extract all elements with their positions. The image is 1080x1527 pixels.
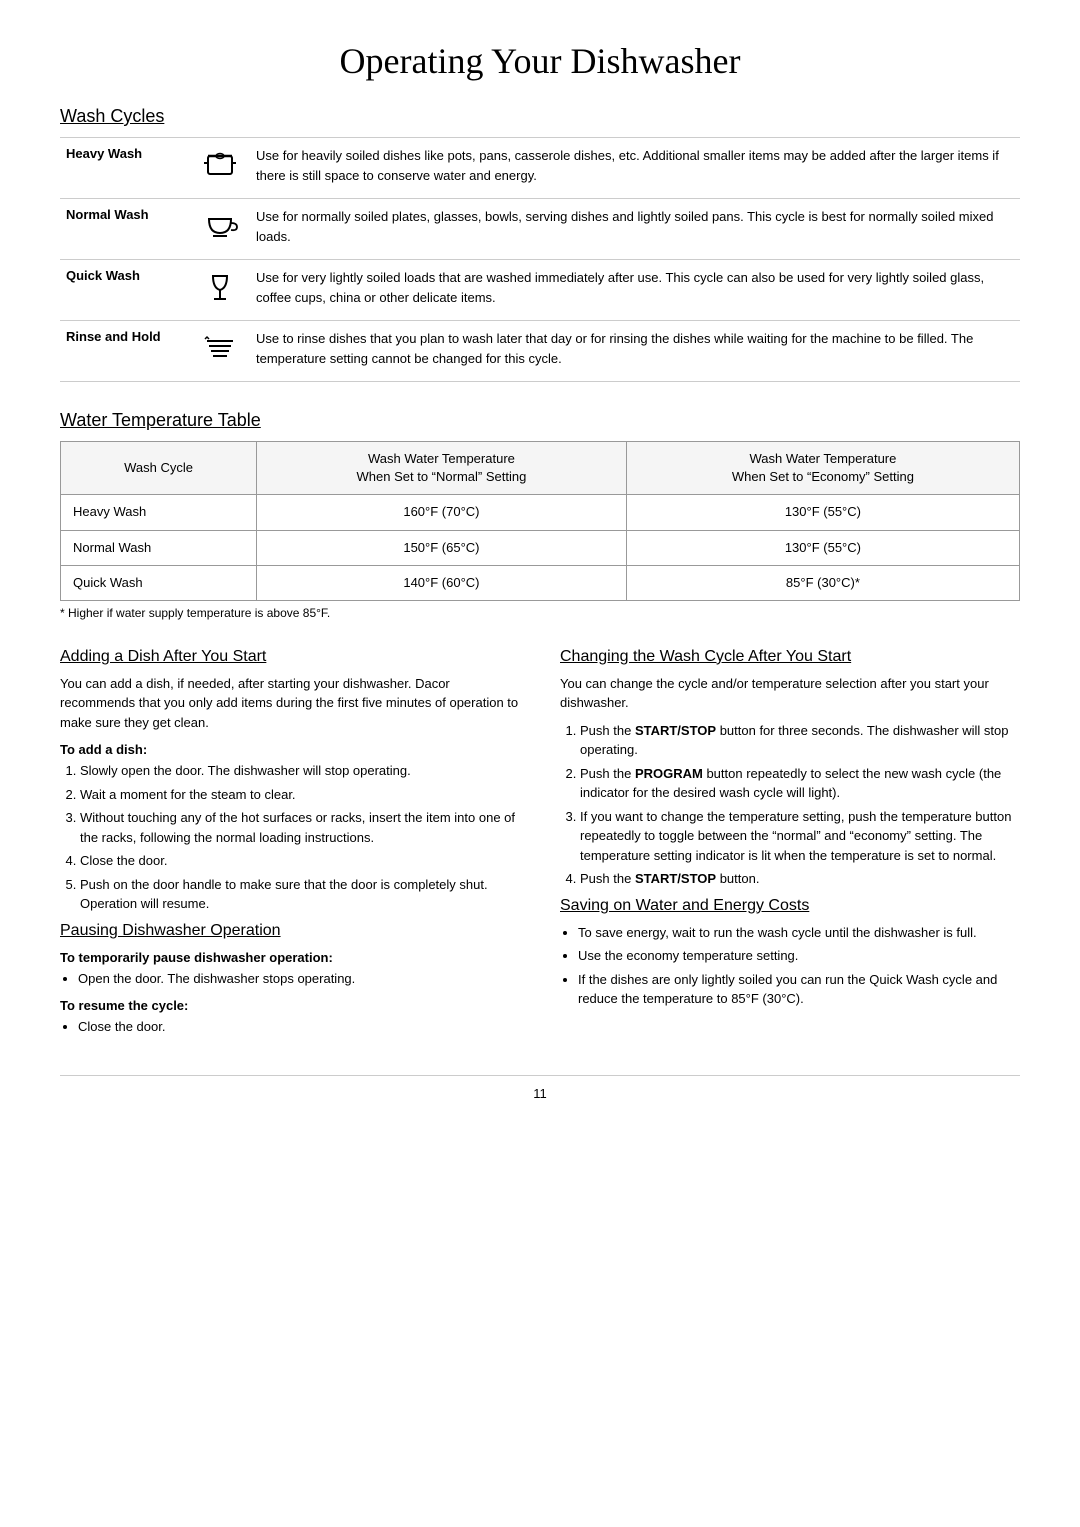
page-title: Operating Your Dishwasher (60, 40, 1020, 82)
row-economy-normal: 130°F (55°C) (626, 530, 1019, 565)
to-add-label: To add a dish: (60, 742, 520, 757)
wash-cycles-heading: Wash Cycles (60, 106, 1020, 127)
left-column: Adding a Dish After You Start You can ad… (60, 648, 520, 1045)
table-header-row: Wash Cycle Wash Water Temperature When S… (61, 442, 1020, 495)
list-item: Close the door. (78, 1017, 520, 1037)
table-row: Quick Wash Use for very lightly soiled l… (60, 260, 1020, 321)
adding-dish-section: Adding a Dish After You Start You can ad… (60, 648, 520, 914)
page-footer: 11 (60, 1075, 1020, 1101)
changing-cycle-intro: You can change the cycle and/or temperat… (560, 674, 1020, 713)
row-economy-heavy: 130°F (55°C) (626, 495, 1019, 530)
list-item: To save energy, wait to run the wash cyc… (578, 923, 1020, 943)
pause-bullets: Open the door. The dishwasher stops oper… (78, 969, 520, 989)
col-header-economy: Wash Water Temperature When Set to “Econ… (626, 442, 1019, 495)
list-item: Without touching any of the hot surfaces… (80, 808, 520, 847)
pausing-section: Pausing Dishwasher Operation To temporar… (60, 922, 520, 1037)
row-cycle-normal: Normal Wash (61, 530, 257, 565)
cycle-desc-quick: Use for very lightly soiled loads that a… (250, 260, 1020, 321)
saving-section: Saving on Water and Energy Costs To save… (560, 897, 1020, 1009)
table-row: Rinse and Hold Use to rinse dishes that … (60, 321, 1020, 382)
row-normal-normal: 150°F (65°C) (257, 530, 627, 565)
water-temp-heading: Water Temperature Table (60, 410, 1020, 431)
changing-cycle-section: Changing the Wash Cycle After You Start … (560, 648, 1020, 889)
quick-wash-icon (190, 260, 250, 321)
cycle-name-quick: Quick Wash (60, 260, 190, 321)
list-item: Push the START/STOP button for three sec… (580, 721, 1020, 760)
adding-dish-intro: You can add a dish, if needed, after sta… (60, 674, 520, 733)
temperature-table: Wash Cycle Wash Water Temperature When S… (60, 441, 1020, 601)
normal-wash-icon (190, 199, 250, 260)
row-economy-quick: 85°F (30°C)* (626, 565, 1019, 600)
table-row: Heavy Wash Use for heavily soiled dishes… (60, 138, 1020, 199)
table-row: Quick Wash 140°F (60°C) 85°F (30°C)* (61, 565, 1020, 600)
adding-dish-heading: Adding a Dish After You Start (60, 648, 520, 666)
list-item: Use the economy temperature setting. (578, 946, 1020, 966)
rinse-hold-icon (190, 321, 250, 382)
row-normal-heavy: 160°F (70°C) (257, 495, 627, 530)
right-column: Changing the Wash Cycle After You Start … (560, 648, 1020, 1045)
list-item: Slowly open the door. The dishwasher wil… (80, 761, 520, 781)
saving-heading: Saving on Water and Energy Costs (560, 897, 1020, 915)
list-item: If you want to change the temperature se… (580, 807, 1020, 866)
list-item: Wait a moment for the steam to clear. (80, 785, 520, 805)
row-normal-quick: 140°F (60°C) (257, 565, 627, 600)
cycle-name-heavy: Heavy Wash (60, 138, 190, 199)
col-header-normal: Wash Water Temperature When Set to “Norm… (257, 442, 627, 495)
col-header-cycle: Wash Cycle (61, 442, 257, 495)
saving-bullets: To save energy, wait to run the wash cyc… (578, 923, 1020, 1009)
wash-cycles-table: Heavy Wash Use for heavily soiled dishes… (60, 137, 1020, 382)
list-item: Push the START/STOP button. (580, 869, 1020, 889)
adding-dish-steps: Slowly open the door. The dishwasher wil… (80, 761, 520, 914)
list-item: Push the PROGRAM button repeatedly to se… (580, 764, 1020, 803)
row-cycle-heavy: Heavy Wash (61, 495, 257, 530)
changing-cycle-heading: Changing the Wash Cycle After You Start (560, 648, 1020, 666)
water-temp-section: Water Temperature Table Wash Cycle Wash … (60, 410, 1020, 620)
list-item: Close the door. (80, 851, 520, 871)
page-number: 11 (533, 1086, 547, 1101)
two-col-layout: Adding a Dish After You Start You can ad… (60, 648, 1020, 1045)
resume-bullets: Close the door. (78, 1017, 520, 1037)
list-item: Push on the door handle to make sure tha… (80, 875, 520, 914)
list-item: If the dishes are only lightly soiled yo… (578, 970, 1020, 1009)
row-cycle-quick: Quick Wash (61, 565, 257, 600)
resume-label: To resume the cycle: (60, 998, 520, 1013)
list-item: Open the door. The dishwasher stops oper… (78, 969, 520, 989)
temp-table-note: * Higher if water supply temperature is … (60, 606, 1020, 620)
heavy-wash-icon (190, 138, 250, 199)
pausing-heading: Pausing Dishwasher Operation (60, 922, 520, 940)
cycle-name-normal: Normal Wash (60, 199, 190, 260)
cycle-desc-rinse: Use to rinse dishes that you plan to was… (250, 321, 1020, 382)
table-row: Heavy Wash 160°F (70°C) 130°F (55°C) (61, 495, 1020, 530)
pause-label: To temporarily pause dishwasher operatio… (60, 950, 520, 965)
cycle-desc-heavy: Use for heavily soiled dishes like pots,… (250, 138, 1020, 199)
changing-cycle-steps: Push the START/STOP button for three sec… (580, 721, 1020, 889)
table-row: Normal Wash Use for normally soiled plat… (60, 199, 1020, 260)
cycle-desc-normal: Use for normally soiled plates, glasses,… (250, 199, 1020, 260)
table-row: Normal Wash 150°F (65°C) 130°F (55°C) (61, 530, 1020, 565)
cycle-name-rinse: Rinse and Hold (60, 321, 190, 382)
